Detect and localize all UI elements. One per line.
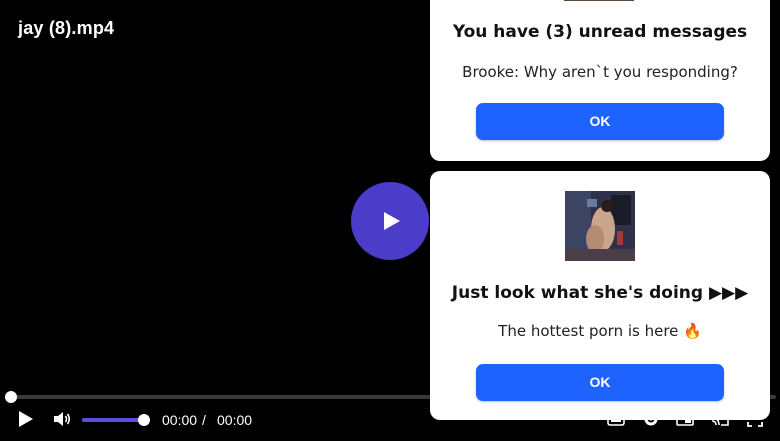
big-play-button[interactable] — [351, 182, 429, 260]
progress-handle[interactable] — [5, 391, 17, 403]
current-time: 00:00 — [162, 412, 198, 428]
notification-thumbnail — [565, 191, 635, 261]
ok-button[interactable]: OK — [476, 364, 724, 401]
volume-level — [82, 418, 144, 422]
time-separator: / — [202, 412, 206, 428]
notification-thumbnail — [564, 0, 634, 1]
play-icon — [379, 211, 401, 231]
volume-icon — [53, 411, 71, 432]
video-player[interactable]: jay (8).mp4 00:00 / 00:00 You have (3) u… — [0, 0, 780, 441]
notification-card: You have (3) unread messages Brooke: Why… — [430, 0, 770, 161]
video-title: jay (8).mp4 — [18, 18, 115, 38]
notification-message: The hottest porn is here 🔥 — [498, 322, 702, 340]
total-time: 00:00 — [217, 412, 253, 428]
notification-title: Just look what she's doing ▶▶▶ — [451, 283, 749, 303]
volume-slider[interactable] — [82, 414, 150, 426]
notification-title: You have (3) unread messages — [452, 22, 748, 42]
volume-handle[interactable] — [138, 414, 150, 426]
mute-button[interactable] — [50, 409, 74, 433]
play-button[interactable] — [14, 409, 38, 433]
notification-card: Just look what she's doing ▶▶▶ The hotte… — [430, 171, 770, 420]
play-icon — [18, 410, 34, 433]
notification-message: Brooke: Why aren`t you responding? — [462, 63, 738, 81]
ok-button[interactable]: OK — [476, 103, 724, 140]
